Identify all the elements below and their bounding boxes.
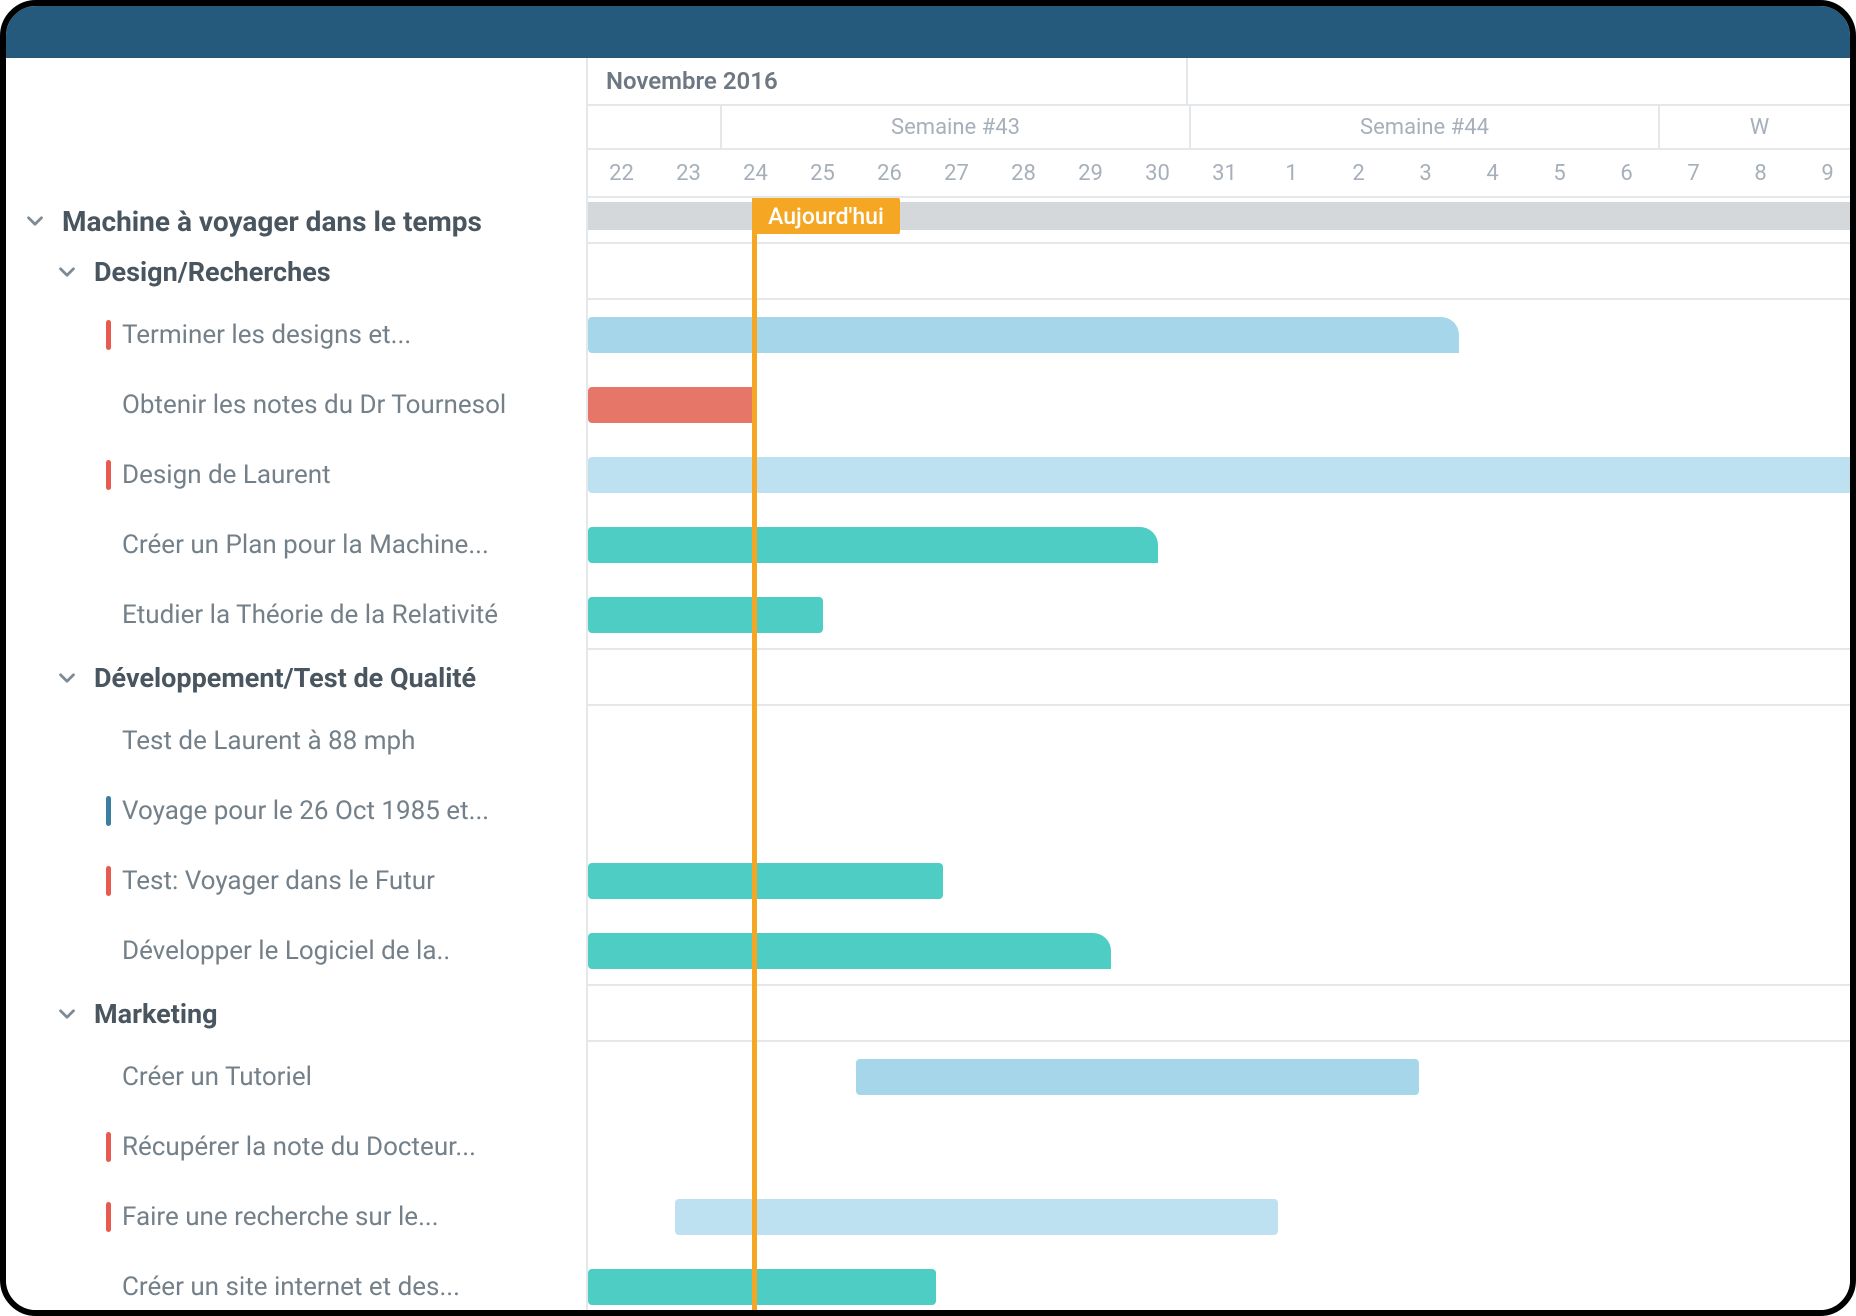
chevron-down-icon[interactable]	[54, 1001, 80, 1027]
project-title: Machine à voyager dans le temps	[62, 205, 482, 238]
day-header[interactable]: 6	[1593, 150, 1660, 196]
group-title: Design/Recherches	[94, 256, 331, 288]
task-label: Récupérer la note du Docteur...	[122, 1132, 476, 1162]
priority-flag-icon	[106, 796, 111, 826]
tree-task-row[interactable]: Récupérer la note du Docteur...	[6, 1112, 586, 1182]
day-header[interactable]: 7	[1660, 150, 1727, 196]
tree-task-row[interactable]: Obtenir les notes du Dr Tournesol	[6, 370, 586, 440]
priority-flag-icon	[106, 460, 111, 490]
day-header[interactable]: 26	[856, 150, 923, 196]
day-header[interactable]: 28	[990, 150, 1057, 196]
week-header: Semaine #44	[1191, 106, 1660, 148]
task-label: Test de Laurent à 88 mph	[122, 726, 415, 756]
day-header[interactable]: 5	[1526, 150, 1593, 196]
app-topbar	[6, 6, 1850, 58]
tree-task-row[interactable]: Test de Laurent à 88 mph	[6, 706, 586, 776]
week-header: W	[1660, 106, 1856, 148]
task-label: Créer un Tutoriel	[122, 1062, 312, 1092]
tree-group-row[interactable]: Design/Recherches	[6, 244, 586, 300]
day-header[interactable]: 8	[1727, 150, 1794, 196]
gantt-bar[interactable]	[588, 387, 756, 423]
day-header[interactable]: 29	[1057, 150, 1124, 196]
group-title: Marketing	[94, 998, 218, 1030]
group-divider	[588, 1040, 1850, 1042]
group-title: Développement/Test de Qualité	[94, 662, 476, 694]
gantt-timeline[interactable]: Novembre 2016 Semaine #43Semaine #44W 22…	[586, 58, 1850, 1310]
tree-group-row[interactable]: Développement/Test de Qualité	[6, 650, 586, 706]
task-label: Obtenir les notes du Dr Tournesol	[122, 390, 506, 420]
month-row: Novembre 2016	[588, 58, 1850, 106]
task-label: Etudier la Théorie de la Relativité	[122, 600, 498, 630]
task-label: Créer un Plan pour la Machine...	[122, 530, 489, 560]
chevron-down-icon[interactable]	[54, 665, 80, 691]
day-header[interactable]: 2	[1325, 150, 1392, 196]
tree-task-row[interactable]: Créer un Tutoriel	[6, 1042, 586, 1112]
day-header[interactable]: 25	[789, 150, 856, 196]
task-label: Test: Voyager dans le Futur	[122, 866, 435, 896]
day-header[interactable]: 27	[923, 150, 990, 196]
today-label-text: Aujourd'hui	[768, 203, 884, 230]
gantt-bar[interactable]	[588, 457, 1856, 493]
group-divider	[588, 648, 1850, 650]
day-header[interactable]: 1	[1258, 150, 1325, 196]
day-row: 22232425262728293031123456789	[588, 150, 1850, 198]
gantt-bar[interactable]	[588, 527, 1158, 563]
tree-task-row[interactable]: Développer le Logiciel de la..	[6, 916, 586, 986]
task-label: Développer le Logiciel de la..	[122, 936, 450, 966]
gantt-bar[interactable]	[675, 1199, 1278, 1235]
group-divider	[588, 298, 1850, 300]
gantt-bar[interactable]	[588, 317, 1459, 353]
task-tree-sidebar: Machine à voyager dans le temps Design/Re…	[6, 58, 586, 1310]
task-label: Terminer les designs et...	[122, 320, 411, 350]
day-header-today[interactable]: 24	[722, 150, 789, 196]
priority-flag-icon	[106, 866, 111, 896]
today-marker-line	[752, 198, 757, 1310]
tree-task-row[interactable]: Design de Laurent	[6, 440, 586, 510]
priority-flag-icon	[106, 1132, 111, 1162]
day-header[interactable]: 23	[655, 150, 722, 196]
gantt-bar[interactable]	[588, 933, 1111, 969]
tree-project-row[interactable]: Machine à voyager dans le temps	[6, 198, 586, 244]
week-header: Semaine #43	[722, 106, 1191, 148]
week-row: Semaine #43Semaine #44W	[588, 106, 1850, 150]
group-divider	[588, 984, 1850, 986]
tree-task-row[interactable]: Etudier la Théorie de la Relativité	[6, 580, 586, 650]
task-label: Design de Laurent	[122, 460, 331, 490]
tree-task-row[interactable]: Terminer les designs et...	[6, 300, 586, 370]
task-label: Créer un site internet et des...	[122, 1272, 460, 1302]
day-header[interactable]: 4	[1459, 150, 1526, 196]
gantt-bar[interactable]	[588, 863, 943, 899]
day-header[interactable]: 31	[1191, 150, 1258, 196]
chevron-down-icon[interactable]	[54, 259, 80, 285]
day-header[interactable]: 9	[1794, 150, 1856, 196]
tree-task-row[interactable]: Test: Voyager dans le Futur	[6, 846, 586, 916]
day-header[interactable]: 3	[1392, 150, 1459, 196]
gantt-bar[interactable]	[588, 1269, 936, 1305]
tree-group-row[interactable]: Marketing	[6, 986, 586, 1042]
tree-task-row[interactable]: Créer un Plan pour la Machine...	[6, 510, 586, 580]
today-marker-label: Aujourd'hui	[752, 198, 900, 234]
chevron-down-icon[interactable]	[22, 208, 48, 234]
tree-task-row[interactable]: Créer un site internet et des...	[6, 1252, 586, 1316]
tree-task-row[interactable]: Faire une recherche sur le...	[6, 1182, 586, 1252]
tree-task-row[interactable]: Voyage pour le 26 Oct 1985 et...	[6, 776, 586, 846]
day-header[interactable]: 30	[1124, 150, 1191, 196]
task-label: Voyage pour le 26 Oct 1985 et...	[122, 796, 489, 826]
group-divider	[588, 242, 1850, 244]
month-label: Novembre 2016	[588, 58, 1188, 104]
gantt-bar[interactable]	[588, 597, 823, 633]
gantt-bar[interactable]	[856, 1059, 1419, 1095]
priority-flag-icon	[106, 1202, 111, 1232]
day-header[interactable]: 22	[588, 150, 655, 196]
priority-flag-icon	[106, 320, 111, 350]
task-label: Faire une recherche sur le...	[122, 1202, 439, 1232]
group-divider	[588, 704, 1850, 706]
